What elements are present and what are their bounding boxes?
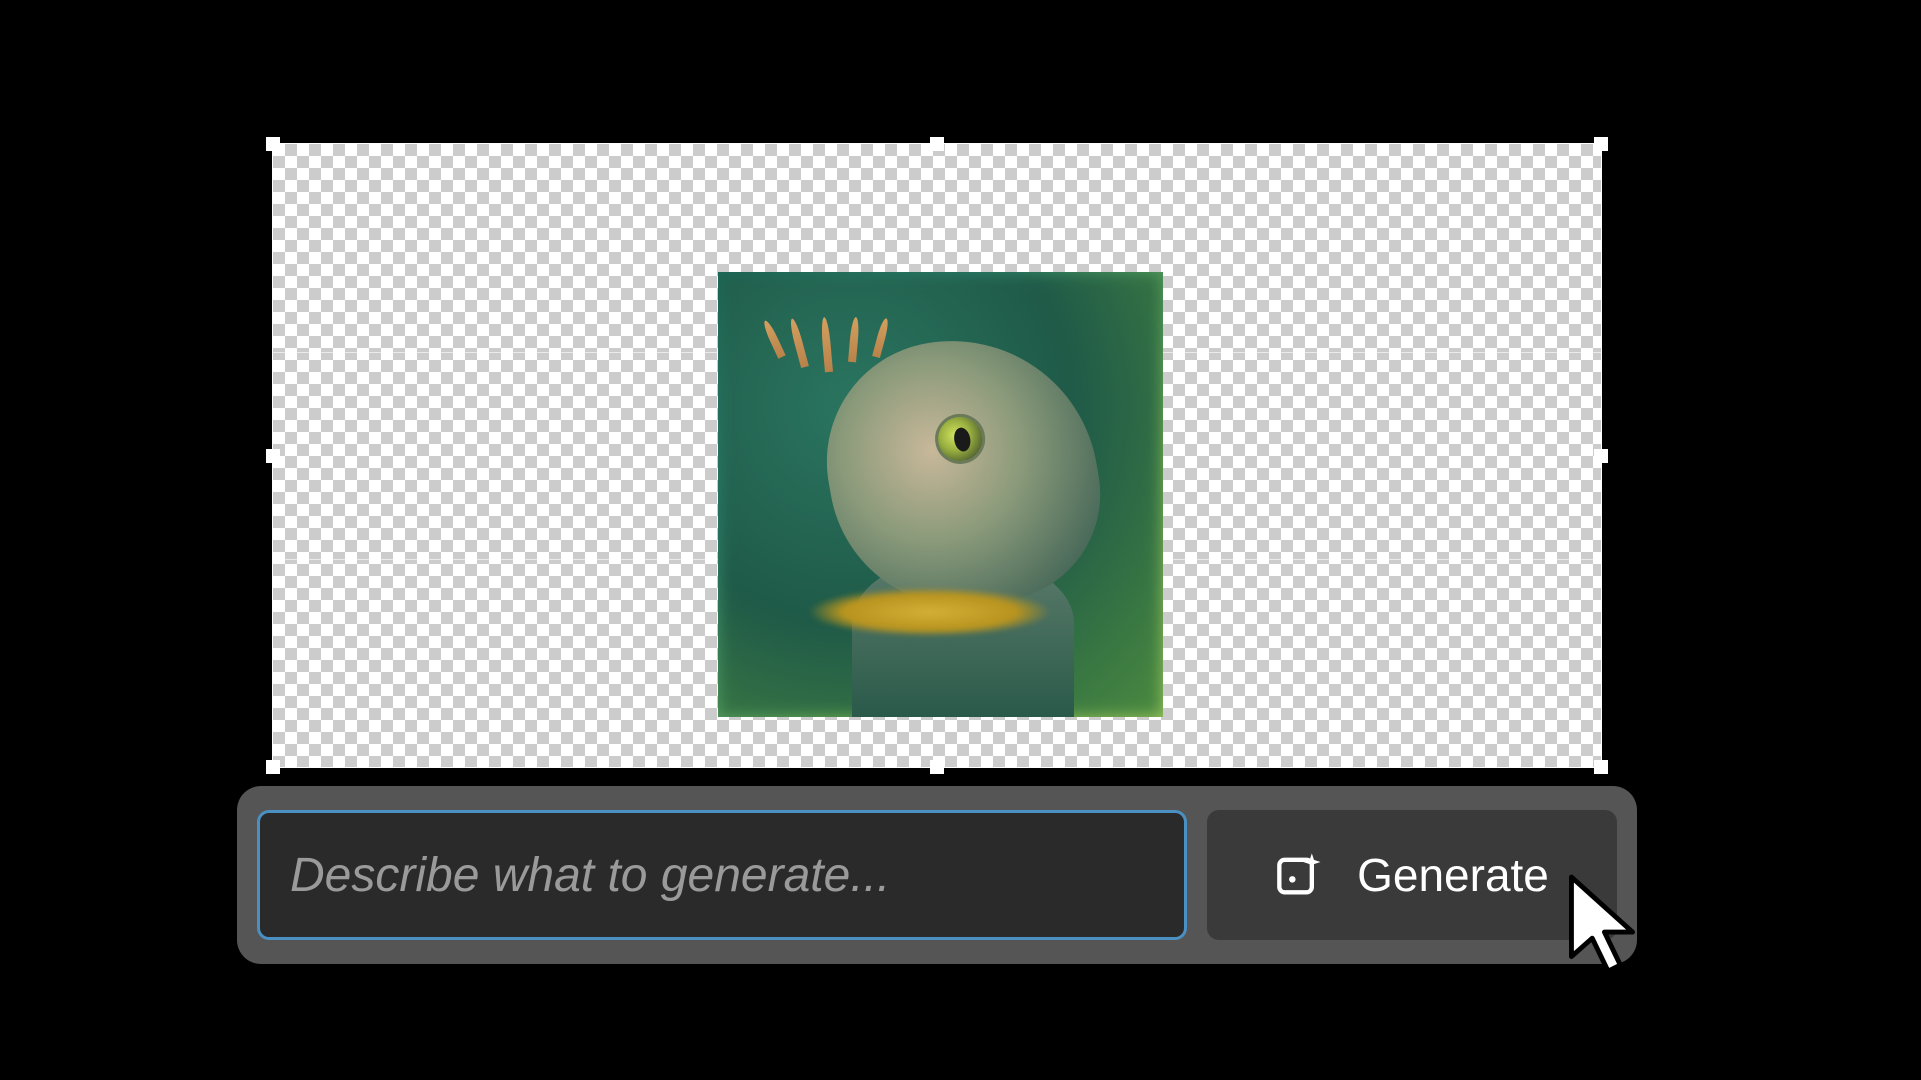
generative-fill-taskbar: Generate bbox=[237, 786, 1637, 964]
generate-button-label: Generate bbox=[1357, 848, 1549, 902]
crop-handle-bottom-left[interactable] bbox=[266, 760, 280, 774]
crop-handle-bottom-right[interactable] bbox=[1594, 760, 1608, 774]
crop-handle-top-middle[interactable] bbox=[930, 137, 944, 151]
prompt-input[interactable] bbox=[257, 810, 1187, 940]
crop-handle-middle-right[interactable] bbox=[1594, 449, 1608, 463]
generative-fill-sparkle-icon bbox=[1275, 849, 1327, 901]
canvas-crop-area[interactable] bbox=[272, 143, 1602, 768]
lizard-illustration bbox=[718, 272, 1163, 717]
crop-handle-bottom-middle[interactable] bbox=[930, 760, 944, 774]
generate-button[interactable]: Generate bbox=[1207, 810, 1617, 940]
crop-handle-middle-left[interactable] bbox=[266, 449, 280, 463]
crop-handle-top-left[interactable] bbox=[266, 137, 280, 151]
canvas-image-content[interactable] bbox=[718, 272, 1163, 717]
crop-handle-top-right[interactable] bbox=[1594, 137, 1608, 151]
